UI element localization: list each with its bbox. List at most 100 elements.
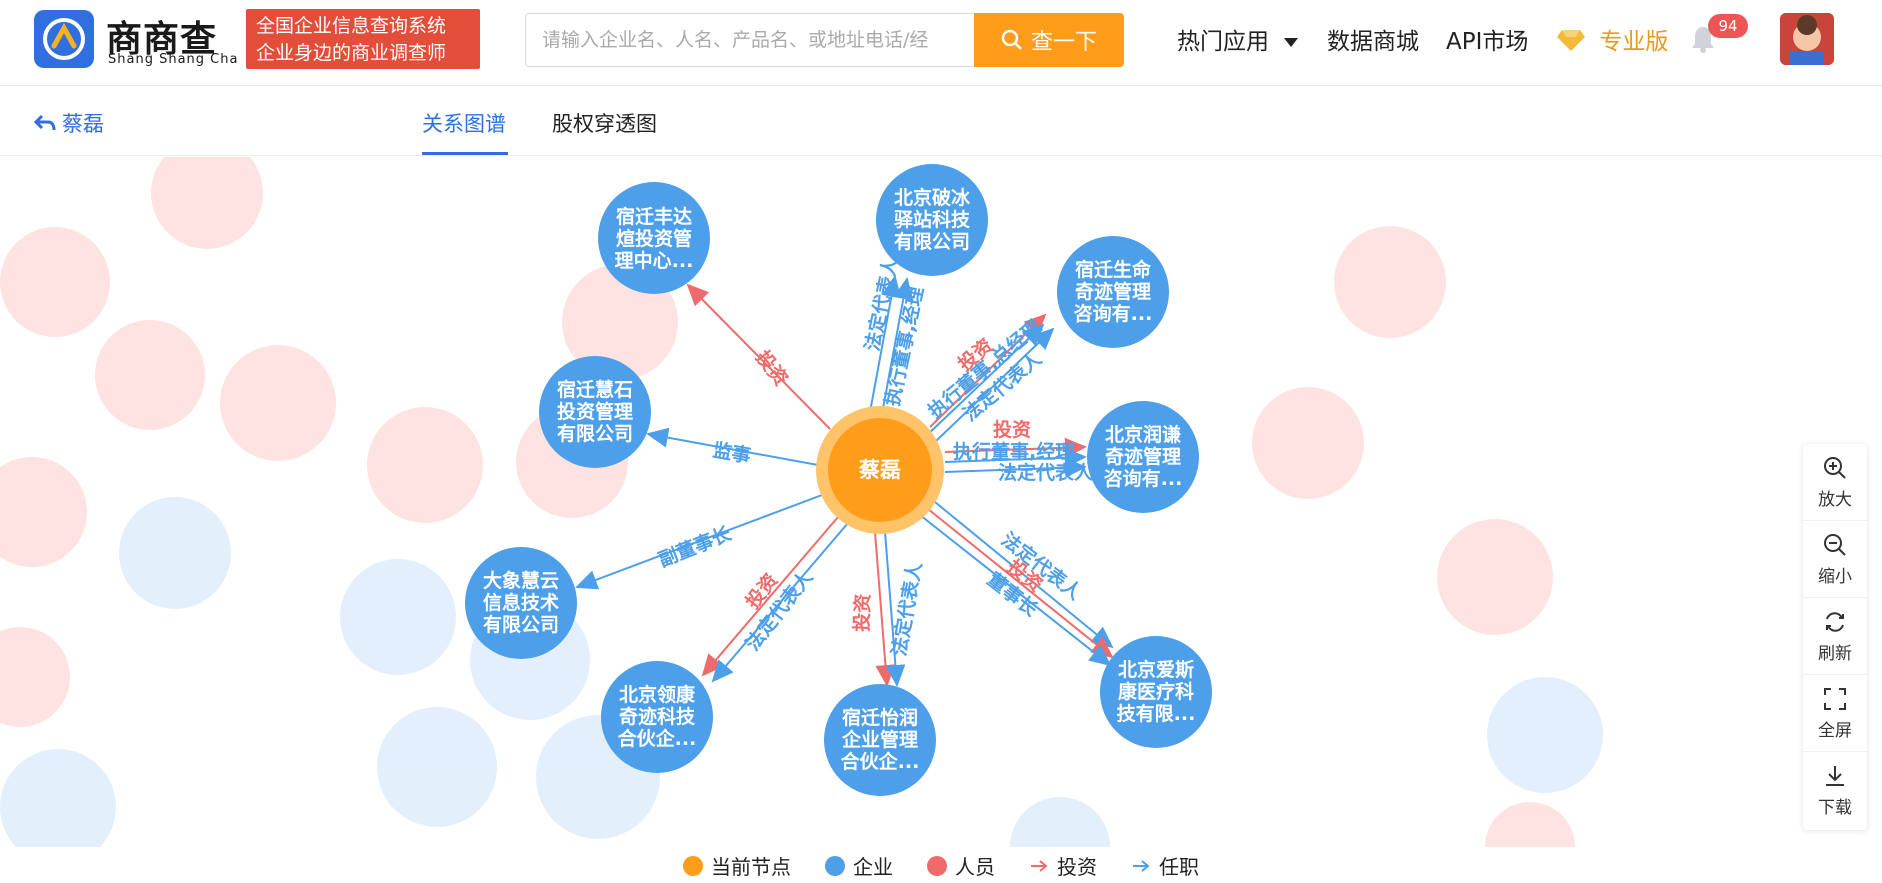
center-node[interactable]: 蔡磊 [816,406,944,534]
company-node[interactable]: 大象慧云 信息技术 有限公司 [465,547,577,659]
back-link[interactable]: 蔡磊 [34,108,104,138]
node-label-line: 煊投资管 [616,227,692,250]
caret-down-icon [1284,38,1299,47]
legend-label: 任职 [1159,855,1199,879]
node-label-line: 北京润谦 [1105,423,1181,446]
avatar[interactable] [1780,13,1834,65]
edge-label-legal-rep: 法定代表人 [887,559,926,658]
tab-relation-graph[interactable]: 关系图谱 [422,108,506,138]
search-button[interactable]: 查一下 [974,13,1124,67]
node-label-line: 康医疗科 [1118,680,1194,703]
node-label-line: 奇迹管理 [1075,280,1151,303]
edge-label-legal-rep: 法定代表人 [998,461,1094,484]
node-label-line: 技有限... [1117,702,1196,725]
graph-legend: 当前节点 企业 人员 投资 任职 [0,848,1882,883]
refresh-label: 刷新 [1818,643,1852,664]
node-label-line: 有限公司 [894,230,970,253]
edge-label-legal-rep: 法定代表人 [741,565,818,655]
zoom-in-button[interactable]: 放大 [1803,444,1867,521]
zoom-out-label: 缩小 [1818,566,1852,587]
refresh-button[interactable]: 刷新 [1803,598,1867,675]
download-button[interactable]: 下载 [1803,752,1867,829]
fullscreen-label: 全屏 [1818,720,1852,741]
company-node[interactable]: 宿迁怡润 企业管理 合伙企... [824,684,936,796]
fullscreen-icon [1824,687,1846,710]
company-node[interactable]: 宿迁生命 奇迹管理 咨询有... [1057,236,1169,348]
brand-en: Shang Shang Cha [108,52,239,67]
node-label-line: 北京爱斯 [1118,658,1194,681]
red-dot-icon [927,855,947,876]
relation-graph-canvas[interactable]: 投资 法定代表人 执行董事,经理 投资 执行董事,总经理 法定代表人 投资 执行… [0,157,1882,847]
slogan-line: 企业身边的商业调查师 [256,42,447,64]
node-label-line: 咨询有... [1104,467,1183,490]
nav-api-market[interactable]: API市场 [1446,22,1528,56]
search-input[interactable] [526,14,975,66]
nav-pro-version[interactable]: 专业版 [1556,22,1668,56]
nav-hot-apps-label: 热门应用 [1177,29,1269,55]
node-label-line: 北京破冰 [894,186,971,209]
sub-header: 蔡磊 关系图谱 股权穿透图 [0,86,1882,156]
fullscreen-button[interactable]: 全屏 [1803,675,1867,752]
legend-company: 企业 [825,851,893,880]
nav-data-mall[interactable]: 数据商城 [1327,22,1419,56]
search-button-label: 查一下 [1030,30,1097,55]
company-node[interactable]: 北京爱斯 康医疗科 技有限... [1100,636,1212,748]
node-label-line: 有限公司 [557,422,633,445]
node-label-line: 大象慧云 [483,569,559,592]
node-label-line: 宿迁慧石 [557,378,633,401]
nav-hot-apps[interactable]: 热门应用 [1177,22,1299,56]
node-label-line: 有限公司 [483,613,559,636]
nav-pro-label: 专业版 [1599,29,1669,55]
node-label-line: 投资管理 [557,400,633,423]
relation-graph-svg[interactable]: 投资 法定代表人 执行董事,经理 投资 执行董事,总经理 法定代表人 投资 执行… [0,157,1882,847]
legend-current-node: 当前节点 [683,851,791,880]
company-node[interactable]: 北京润谦 奇迹管理 咨询有... [1087,401,1199,513]
logo-icon[interactable] [34,10,94,68]
zoom-in-icon [1824,456,1846,479]
node-label-line: 宿迁怡润 [842,706,918,729]
top-header: 商商查 Shang Shang Cha 全国企业信息查询系统 企业身边的商业调查… [0,0,1882,86]
company-node[interactable]: 宿迁慧石 投资管理 有限公司 [539,356,651,468]
node-label-line: 奇迹科技 [619,705,696,728]
diamond-icon [1557,30,1585,51]
blue-dot-icon [825,855,845,876]
legend-label: 企业 [853,855,893,879]
edge-label-invest: 投资 [850,593,874,632]
orange-dot-icon [683,855,703,876]
blue-arrow-icon [1133,859,1150,872]
legend-label: 当前节点 [711,855,791,879]
slogan-line: 全国企业信息查询系统 [256,15,447,37]
red-arrow-icon [1031,859,1048,872]
node-label-line: 合伙企... [618,727,697,750]
node-label-line: 理中心... [615,249,694,272]
company-node[interactable]: 北京破冰 驿站科技 有限公司 [876,164,988,276]
legend-label: 人员 [955,855,995,879]
back-arrow-icon [34,114,56,131]
node-label-line: 宿迁丰达 [616,205,692,228]
download-icon [1826,766,1844,786]
zoom-out-button[interactable]: 缩小 [1803,521,1867,598]
node-label-line: 企业管理 [841,728,918,751]
slogan-banner: 全国企业信息查询系统 企业身边的商业调查师 [246,9,480,69]
tab-equity-penetration[interactable]: 股权穿透图 [552,108,657,138]
legend-person: 人员 [927,851,995,880]
node-label-line: 驿站科技 [894,208,971,231]
search-box [525,13,975,67]
zoom-out-icon [1824,533,1846,556]
node-label-line: 宿迁生命 [1075,258,1152,281]
company-node[interactable]: 北京领康 奇迹科技 合伙企... [601,661,713,773]
legend-label: 投资 [1057,855,1097,879]
edge-label-vice-chair: 副董事长 [655,521,735,571]
node-label-line: 咨询有... [1074,302,1153,325]
legend-invest: 投资 [1029,851,1097,880]
node-label-line: 北京领康 [619,683,696,706]
active-tab-indicator [422,152,508,155]
node-label-line: 合伙企... [841,750,920,773]
center-node-label: 蔡磊 [859,458,901,482]
notification-badge: 94 [1708,14,1748,38]
search-icon [1001,29,1022,50]
edge-label-supervisor: 监事 [711,438,752,467]
company-node[interactable]: 宿迁丰达 煊投资管 理中心... [598,182,710,294]
node-label-line: 奇迹管理 [1105,445,1181,468]
node-label-line: 信息技术 [483,591,559,614]
